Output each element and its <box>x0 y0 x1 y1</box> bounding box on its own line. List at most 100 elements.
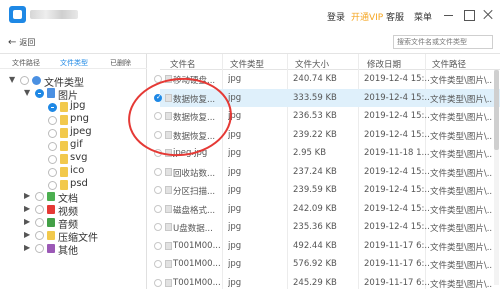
cell-size: 239.59 KB <box>293 185 337 195</box>
expand-videos-icon[interactable]: ▶ <box>24 204 30 213</box>
tab-file-type[interactable]: 文件类型 <box>60 58 88 68</box>
tree-jpg-label[interactable]: jpg <box>70 100 85 111</box>
select-psd-radio[interactable] <box>48 181 57 190</box>
table-row[interactable]: 磁盘格式... jpg 242.09 KB 2019-12-4 15:... 文件类型\… <box>154 200 500 218</box>
select-ico-radio[interactable] <box>48 168 57 177</box>
row-checkbox[interactable] <box>154 167 162 176</box>
search-input[interactable] <box>393 35 493 49</box>
cell-name: 分区扫描... <box>173 187 216 197</box>
folder-icon <box>60 115 68 125</box>
select-archives-radio[interactable] <box>35 231 44 240</box>
cell-name: T001M00... <box>173 259 221 269</box>
cell-path: 文件类型\图片\... <box>430 131 492 142</box>
row-checkbox[interactable] <box>154 278 162 287</box>
cell-date: 2019-12-4 15:... <box>364 92 430 103</box>
image-file-icon <box>165 241 172 250</box>
column-header-date[interactable]: 修改日期 <box>367 58 401 70</box>
cell-name: T001M00... <box>173 277 221 288</box>
expand-audio-icon[interactable]: ▶ <box>24 217 30 226</box>
minimize-icon[interactable] <box>442 8 455 21</box>
cell-path: 文件类型\图片\... <box>430 187 492 197</box>
tab-file-path[interactable]: 文件路径 <box>12 58 40 68</box>
cell-date: 2019-12-4 15:... <box>364 111 430 121</box>
table-row[interactable]: T001M00... jpg 245.29 KB 2019-11-17 6:... 文件… <box>154 274 500 289</box>
expand-documents-icon[interactable]: ▶ <box>24 191 30 200</box>
cell-size: 236.53 KB <box>293 111 337 121</box>
select-videos-radio[interactable] <box>35 205 44 214</box>
row-checkbox[interactable] <box>154 204 162 213</box>
select-documents-radio[interactable] <box>35 192 44 201</box>
expand-other-icon[interactable]: ▶ <box>24 243 30 252</box>
nav-bar: ← 返回 <box>0 30 500 54</box>
select-images-radio[interactable] <box>35 89 44 98</box>
table-row[interactable]: U盘数据... jpg 235.36 KB 2019-12-4 15:... 文件类型\… <box>154 218 500 236</box>
cell-path: 文件类型\图片\... <box>430 113 492 123</box>
cell-name: T001M00... <box>173 240 221 251</box>
left-tabs: 文件路径 文件类型 已删除 <box>0 54 147 69</box>
cell-name: U盘数据... <box>173 224 213 234</box>
back-label: 返回 <box>19 38 36 47</box>
row-checkbox[interactable] <box>154 186 162 194</box>
table-row[interactable]: T001M00... jpg 576.92 KB 2019-11-17 6:... 文件… <box>154 255 500 273</box>
table-row[interactable]: T001M00... jpg 492.44 KB 2019-11-17 6:... 文件… <box>154 237 500 255</box>
tree-svg-label[interactable]: svg <box>70 152 87 163</box>
select-jpg-radio[interactable] <box>48 103 57 112</box>
column-header-type[interactable]: 文件类型 <box>230 58 264 70</box>
expand-root-icon[interactable]: ▼ <box>9 75 15 84</box>
column-header-path[interactable]: 文件路径 <box>432 58 466 70</box>
cell-path: 文件类型\图片\... <box>430 242 492 253</box>
expand-archives-icon[interactable]: ▶ <box>24 230 30 239</box>
table-row[interactable]: 回收站数... jpg 237.24 KB 2019-12-4 15:... 文件类型\… <box>154 163 500 181</box>
image-file-icon <box>165 278 172 287</box>
vertical-scrollbar[interactable] <box>494 70 499 285</box>
tree-gif-label[interactable]: gif <box>70 139 83 150</box>
cell-date: 2019-12-4 15:... <box>364 74 430 84</box>
back-button[interactable]: ← 返回 <box>8 37 35 48</box>
archive-icon <box>47 231 55 240</box>
cell-size: 2.95 KB <box>293 148 327 158</box>
expand-images-icon[interactable]: ▼ <box>24 88 30 97</box>
select-svg-radio[interactable] <box>48 155 57 164</box>
table-header: 文件名 文件类型 文件大小 修改日期 文件路径 <box>160 54 500 70</box>
row-checkbox[interactable] <box>154 260 162 268</box>
row-checkbox[interactable] <box>154 241 162 250</box>
file-type-icon <box>32 76 41 85</box>
tab-deleted[interactable]: 已删除 <box>110 58 131 68</box>
tree-psd-label[interactable]: psd <box>70 178 88 189</box>
cell-size: 492.44 KB <box>293 240 337 251</box>
cell-type: jpg <box>228 92 242 103</box>
select-root-radio[interactable] <box>20 76 29 85</box>
cell-name: 磁盘格式... <box>173 205 216 216</box>
customer-service-link[interactable]: 客服 <box>386 10 404 23</box>
cell-size: 235.36 KB <box>293 222 337 232</box>
tree-other-label[interactable]: 其他 <box>58 242 78 257</box>
folder-icon <box>60 102 68 112</box>
tree-ico-label[interactable]: ico <box>70 165 84 176</box>
row-checkbox[interactable] <box>154 223 162 231</box>
select-other-radio[interactable] <box>35 244 44 253</box>
cell-date: 2019-11-18 1... <box>364 148 430 158</box>
column-header-name[interactable]: 文件名 <box>170 58 196 70</box>
login-link[interactable]: 登录 <box>327 10 345 23</box>
select-jpeg-radio[interactable] <box>48 129 57 138</box>
tree-jpeg-label[interactable]: jpeg <box>70 126 92 137</box>
cell-type: jpg <box>228 185 242 195</box>
cell-size: 240.74 KB <box>293 74 337 84</box>
image-file-icon <box>165 167 172 176</box>
maximize-icon[interactable] <box>462 8 475 21</box>
cell-size: 237.24 KB <box>293 166 337 177</box>
cell-size: 333.59 KB <box>293 92 337 103</box>
scrollbar-thumb[interactable] <box>494 70 499 150</box>
image-folder-icon <box>47 88 55 98</box>
other-icon <box>47 244 55 253</box>
close-icon[interactable] <box>481 8 494 21</box>
column-header-size[interactable]: 文件大小 <box>295 58 329 70</box>
select-audio-radio[interactable] <box>35 218 44 227</box>
vip-link[interactable]: 开通VIP <box>351 10 383 23</box>
select-gif-radio[interactable] <box>48 142 57 151</box>
table-row[interactable]: 分区扫描... jpg 239.59 KB 2019-12-4 15:... 文件类型\… <box>154 181 500 199</box>
tree-png-label[interactable]: png <box>70 113 89 124</box>
select-png-radio[interactable] <box>48 116 57 125</box>
image-file-icon <box>165 204 172 213</box>
menu-link[interactable]: 菜单 <box>414 10 432 23</box>
